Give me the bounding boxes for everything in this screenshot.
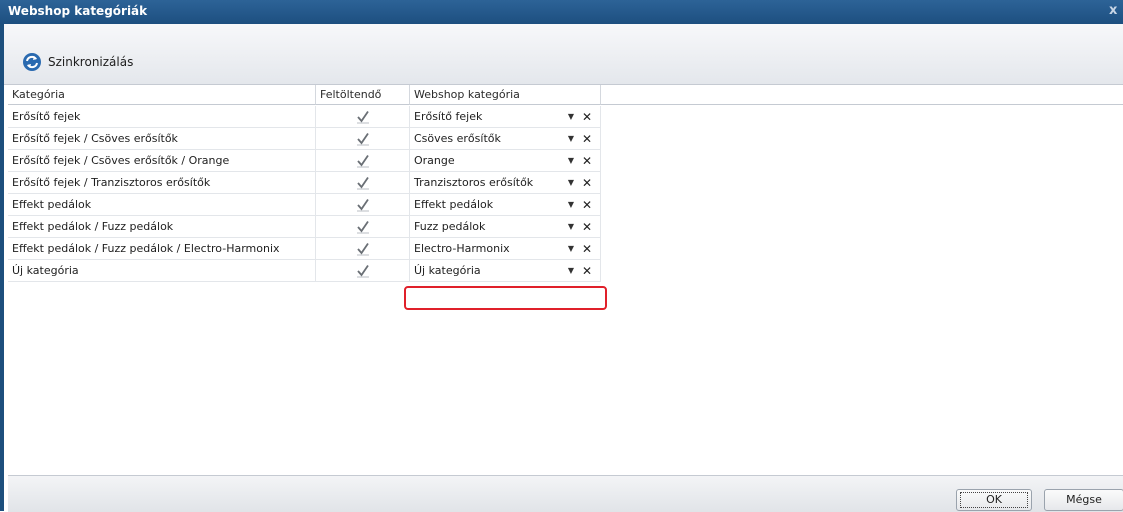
- table-row[interactable]: Effekt pedálok Effekt pedálok ▼ ✕: [8, 194, 601, 216]
- clear-icon[interactable]: ✕: [582, 106, 592, 127]
- checkbox-checked-icon[interactable]: [356, 176, 370, 190]
- webshop-category-dropdown[interactable]: Electro-Harmonix ▼ ✕: [410, 238, 601, 260]
- webshop-category-value: Erősítő fejek: [414, 110, 483, 123]
- dropdown-arrow-icon[interactable]: ▼: [568, 260, 574, 281]
- clear-icon[interactable]: ✕: [582, 172, 592, 193]
- webshop-category-value: Effekt pedálok: [414, 198, 494, 211]
- table-row[interactable]: Effekt pedálok / Fuzz pedálok Fuzz pedálo…: [8, 216, 601, 238]
- window-title: Webshop kategóriák: [8, 4, 148, 18]
- checkbox-checked-icon[interactable]: [356, 220, 370, 234]
- webshop-category-dropdown[interactable]: Csöves erősítők ▼ ✕: [410, 128, 601, 150]
- toolbar: Szinkronizálás: [4, 24, 1123, 85]
- column-header-filler: [601, 85, 1123, 105]
- webshop-category-dropdown[interactable]: Effekt pedálok ▼ ✕: [410, 194, 601, 216]
- table-row[interactable]: Erősítő fejek / Tranzisztoros erősítők Tr…: [8, 172, 601, 194]
- category-cell[interactable]: Erősítő fejek / Csöves erősítők / Orange: [8, 150, 316, 172]
- clear-icon[interactable]: ✕: [582, 194, 592, 215]
- webshop-category-value: Tranzisztoros erősítők: [414, 176, 534, 189]
- upload-cell[interactable]: [316, 194, 410, 216]
- clear-icon[interactable]: ✕: [582, 260, 592, 281]
- webshop-category-dropdown[interactable]: Új kategória ▼ ✕: [410, 260, 601, 282]
- upload-cell[interactable]: [316, 216, 410, 238]
- dropdown-arrow-icon[interactable]: ▼: [568, 172, 574, 193]
- checkbox-checked-icon[interactable]: [356, 242, 370, 256]
- webshop-category-value: Új kategória: [414, 264, 481, 277]
- category-cell[interactable]: Erősítő fejek: [8, 106, 316, 128]
- category-cell[interactable]: Effekt pedálok / Fuzz pedálok / Electro-…: [8, 238, 316, 260]
- clear-icon[interactable]: ✕: [582, 238, 592, 259]
- checkbox-checked-icon[interactable]: [356, 110, 370, 124]
- webshop-category-dropdown[interactable]: Fuzz pedálok ▼ ✕: [410, 216, 601, 238]
- table-row[interactable]: Effekt pedálok / Fuzz pedálok / Electro-…: [8, 238, 601, 260]
- sync-label: Szinkronizálás: [48, 55, 134, 69]
- dropdown-arrow-icon[interactable]: ▼: [568, 150, 574, 171]
- ok-button-label: OK: [960, 492, 1028, 508]
- category-cell[interactable]: Erősítő fejek / Csöves erősítők: [8, 128, 316, 150]
- upload-cell[interactable]: [316, 238, 410, 260]
- column-header-upload[interactable]: Feltöltendő: [316, 85, 410, 105]
- cancel-button[interactable]: Mégse: [1044, 489, 1123, 511]
- webshop-category-dropdown[interactable]: Erősítő fejek ▼ ✕: [410, 106, 601, 128]
- table-row[interactable]: Erősítő fejek / Csöves erősítők / Orange…: [8, 150, 601, 172]
- dialog-window: Webshop kategóriák x Szinkronizálás Kate…: [0, 0, 1123, 512]
- dropdown-arrow-icon[interactable]: ▼: [568, 194, 574, 215]
- clear-icon[interactable]: ✕: [582, 150, 592, 171]
- upload-cell[interactable]: [316, 106, 410, 128]
- table-row[interactable]: Erősítő fejek Erősítő fejek ▼ ✕: [8, 106, 601, 128]
- checkbox-checked-icon[interactable]: [356, 132, 370, 146]
- dialog-body: Szinkronizálás Kategória Feltöltendő Web…: [4, 24, 1123, 512]
- table-row[interactable]: Erősítő fejek / Csöves erősítők Csöves er…: [8, 128, 601, 150]
- webshop-category-value: Csöves erősítők: [414, 132, 501, 145]
- category-cell[interactable]: Effekt pedálok: [8, 194, 316, 216]
- close-icon[interactable]: x: [1109, 3, 1123, 18]
- webshop-category-value: Orange: [414, 154, 455, 167]
- title-bar: Webshop kategóriák x: [0, 0, 1123, 24]
- clear-icon[interactable]: ✕: [582, 128, 592, 149]
- sync-button[interactable]: Szinkronizálás: [22, 52, 133, 72]
- highlighted-webshop-cell: [404, 286, 607, 310]
- dropdown-arrow-icon[interactable]: ▼: [568, 238, 574, 259]
- ok-button[interactable]: OK: [956, 489, 1032, 511]
- clear-icon[interactable]: ✕: [582, 216, 592, 237]
- dropdown-arrow-icon[interactable]: ▼: [568, 216, 574, 237]
- webshop-category-dropdown[interactable]: Tranzisztoros erősítők ▼ ✕: [410, 172, 601, 194]
- column-header-webshop[interactable]: Webshop kategória: [410, 85, 601, 105]
- webshop-category-value: Fuzz pedálok: [414, 220, 486, 233]
- grid-header: Kategória Feltöltendő Webshop kategória: [8, 85, 1123, 106]
- upload-cell[interactable]: [316, 150, 410, 172]
- checkbox-checked-icon[interactable]: [356, 198, 370, 212]
- category-grid: Kategória Feltöltendő Webshop kategória …: [8, 85, 1123, 475]
- dialog-footer: OK Mégse: [8, 475, 1123, 512]
- upload-cell[interactable]: [316, 172, 410, 194]
- dropdown-arrow-icon[interactable]: ▼: [568, 128, 574, 149]
- checkbox-checked-icon[interactable]: [356, 154, 370, 168]
- table-row[interactable]: Új kategória Új kategória ▼ ✕: [8, 260, 601, 282]
- sync-icon: [23, 53, 41, 71]
- dropdown-arrow-icon[interactable]: ▼: [568, 106, 574, 127]
- column-header-category[interactable]: Kategória: [8, 85, 316, 105]
- checkbox-checked-icon[interactable]: [356, 264, 370, 278]
- upload-cell[interactable]: [316, 260, 410, 282]
- category-cell[interactable]: Új kategória: [8, 260, 316, 282]
- upload-cell[interactable]: [316, 128, 410, 150]
- webshop-category-value: Electro-Harmonix: [414, 242, 510, 255]
- category-cell[interactable]: Effekt pedálok / Fuzz pedálok: [8, 216, 316, 238]
- category-cell[interactable]: Erősítő fejek / Tranzisztoros erősítők: [8, 172, 316, 194]
- webshop-category-dropdown[interactable]: Orange ▼ ✕: [410, 150, 601, 172]
